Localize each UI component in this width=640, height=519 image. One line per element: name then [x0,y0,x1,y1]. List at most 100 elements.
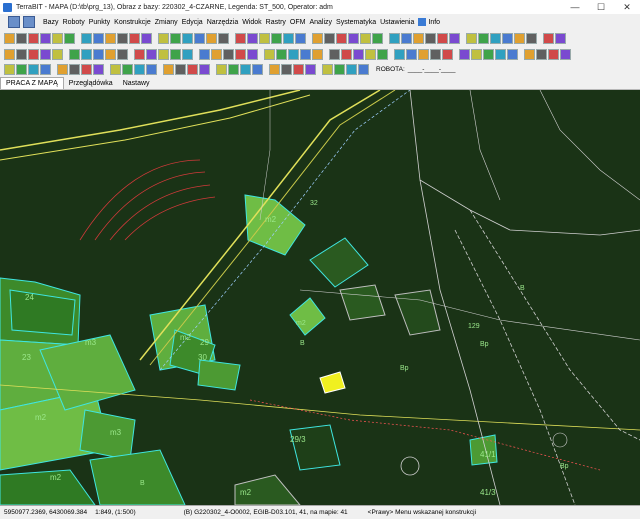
toolbar-tool-icon[interactable] [64,33,75,44]
toolbar-tool-icon[interactable] [110,64,121,75]
toolbar-tool-icon[interactable] [40,49,51,60]
menu-systematyka[interactable]: Systematyka [334,19,378,26]
toolbar-tool-icon[interactable] [4,49,15,60]
menu-widok[interactable]: Widok [240,19,263,26]
monitor-icon[interactable] [8,16,20,28]
toolbar-tool-icon[interactable] [442,49,453,60]
toolbar-tool-icon[interactable] [471,49,482,60]
toolbar-tool-icon[interactable] [555,33,566,44]
menu-ustawienia[interactable]: Ustawienia [378,19,416,26]
toolbar-tool-icon[interactable] [40,33,51,44]
tab-nastawy[interactable]: Nastawy [118,80,155,87]
toolbar-tool-icon[interactable] [218,33,229,44]
toolbar-tool-icon[interactable] [40,64,51,75]
toolbar-tool-icon[interactable] [57,64,68,75]
toolbar-tool-icon[interactable] [158,49,169,60]
menu-roboty[interactable]: Roboty [61,19,87,26]
menu-ofm[interactable]: OFM [288,19,308,26]
toolbar-tool-icon[interactable] [199,64,210,75]
toolbar-tool-icon[interactable] [271,33,282,44]
toolbar-tool-icon[interactable] [16,49,27,60]
toolbar-tool-icon[interactable] [170,33,181,44]
toolbar-tool-icon[interactable] [235,33,246,44]
maximize-button[interactable]: ☐ [588,0,614,14]
toolbar-tool-icon[interactable] [507,49,518,60]
toolbar-tool-icon[interactable] [449,33,460,44]
toolbar-tool-icon[interactable] [247,33,258,44]
toolbar-tool-icon[interactable] [81,49,92,60]
toolbar-tool-icon[interactable] [206,33,217,44]
toolbar-tool-icon[interactable] [16,64,27,75]
toolbar-tool-icon[interactable] [329,49,340,60]
toolbar-tool-icon[interactable] [4,33,15,44]
toolbar-tool-icon[interactable] [365,49,376,60]
toolbar-tool-icon[interactable] [336,33,347,44]
toolbar-tool-icon[interactable] [134,49,145,60]
toolbar-tool-icon[interactable] [430,49,441,60]
toolbar-tool-icon[interactable] [170,49,181,60]
toolbar-tool-icon[interactable] [526,33,537,44]
toolbar-tool-icon[interactable] [117,49,128,60]
tab-przegladowka[interactable]: Przeglądówka [64,80,118,87]
toolbar-tool-icon[interactable] [93,49,104,60]
toolbar-tool-icon[interactable] [276,49,287,60]
toolbar-tool-icon[interactable] [406,49,417,60]
toolbar-tool-icon[interactable] [52,49,63,60]
toolbar-tool-icon[interactable] [502,33,513,44]
toolbar-tool-icon[interactable] [322,64,333,75]
toolbar-tool-icon[interactable] [288,49,299,60]
toolbar-tool-icon[interactable] [52,33,63,44]
toolbar-tool-icon[interactable] [28,49,39,60]
toolbar-tool-icon[interactable] [163,64,174,75]
toolbar-tool-icon[interactable] [300,49,311,60]
map-drawing[interactable]: 24 23 m2 m3 m2 m3 29 30 m2 m2 41/3 41/1 … [0,90,640,505]
menu-analizy[interactable]: Analizy [307,19,334,26]
toolbar-tool-icon[interactable] [293,64,304,75]
toolbar-tool-icon[interactable] [281,64,292,75]
toolbar-tool-icon[interactable] [360,33,371,44]
toolbar-tool-icon[interactable] [81,64,92,75]
toolbar-tool-icon[interactable] [134,64,145,75]
toolbar-tool-icon[interactable] [175,64,186,75]
toolbar-tool-icon[interactable] [295,33,306,44]
toolbar-tool-icon[interactable] [312,33,323,44]
toolbar-tool-icon[interactable] [358,64,369,75]
toolbar-tool-icon[interactable] [240,64,251,75]
toolbar-tool-icon[interactable] [466,33,477,44]
toolbar-tool-icon[interactable] [146,64,157,75]
toolbar-tool-icon[interactable] [495,49,506,60]
toolbar-tool-icon[interactable] [394,49,405,60]
toolbar-tool-icon[interactable] [543,33,554,44]
toolbar-tool-icon[interactable] [146,49,157,60]
toolbar-tool-icon[interactable] [341,49,352,60]
menu-rastry[interactable]: Rastry [264,19,288,26]
toolbar-tool-icon[interactable] [211,49,222,60]
toolbar-tool-icon[interactable] [182,33,193,44]
toolbar-tool-icon[interactable] [377,49,388,60]
toolbar-tool-icon[interactable] [28,33,39,44]
window-icon[interactable] [23,16,35,28]
toolbar-tool-icon[interactable] [194,33,205,44]
toolbar-tool-icon[interactable] [283,33,294,44]
toolbar-tool-icon[interactable] [235,49,246,60]
toolbar-tool-icon[interactable] [252,64,263,75]
toolbar-tool-icon[interactable] [122,64,133,75]
toolbar-tool-icon[interactable] [216,64,227,75]
toolbar-tool-icon[interactable] [312,49,323,60]
close-button[interactable]: ✕ [614,0,640,14]
toolbar-tool-icon[interactable] [105,49,116,60]
toolbar-tool-icon[interactable] [478,33,489,44]
toolbar-tool-icon[interactable] [69,64,80,75]
toolbar-tool-icon[interactable] [437,33,448,44]
toolbar-tool-icon[interactable] [16,33,27,44]
map-canvas[interactable]: 24 23 m2 m3 m2 m3 29 30 m2 m2 41/3 41/1 … [0,90,640,505]
toolbar-tool-icon[interactable] [105,33,116,44]
toolbar-tool-icon[interactable] [372,33,383,44]
toolbar-tool-icon[interactable] [259,33,270,44]
menu-punkty[interactable]: Punkty [87,19,112,26]
tab-praca-z-mapa[interactable]: PRACA Z MAPĄ [0,77,64,89]
toolbar-tool-icon[interactable] [69,49,80,60]
toolbar-tool-icon[interactable] [81,33,92,44]
toolbar-tool-icon[interactable] [28,64,39,75]
menu-konstrukcje[interactable]: Konstrukcje [112,19,153,26]
